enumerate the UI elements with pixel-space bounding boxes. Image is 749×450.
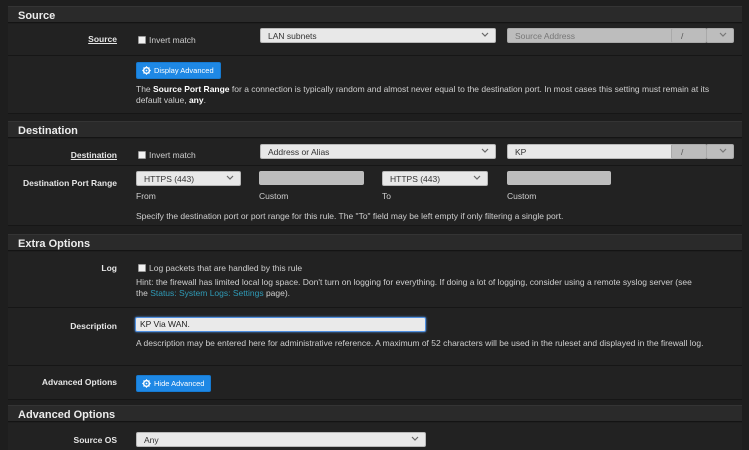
advanced-options-label: Advanced Options bbox=[41, 377, 117, 387]
section-title: Extra Options bbox=[18, 238, 91, 250]
destination-invert-checkbox[interactable] bbox=[138, 151, 146, 159]
section-header-destination: Destination bbox=[8, 121, 742, 138]
description-value: KP Via WAN. bbox=[140, 319, 190, 329]
gear-icon bbox=[142, 66, 151, 75]
destination-port-to-value: HTTPS (443) bbox=[390, 174, 441, 184]
destination-invert-label: Invert match bbox=[149, 150, 196, 160]
log-row: Log Log packets that are handled by this… bbox=[8, 252, 742, 308]
destination-type-select[interactable]: Address or Alias bbox=[260, 144, 496, 159]
destination-port-from-select[interactable]: HTTPS (443) bbox=[136, 171, 241, 186]
destination-custom-label-2: Custom bbox=[507, 191, 537, 201]
source-address-placeholder: Source Address bbox=[515, 31, 576, 41]
source-os-value: Any bbox=[144, 435, 159, 445]
description-help: A description may be entered here for ad… bbox=[136, 338, 704, 348]
chevron-down-icon bbox=[473, 175, 481, 180]
chevron-down-icon bbox=[719, 32, 727, 37]
chevron-down-icon bbox=[481, 32, 489, 37]
hide-advanced-label: Hide Advanced bbox=[154, 379, 205, 388]
log-hint: Hint: the firewall has limited local log… bbox=[136, 277, 692, 298]
source-type-select[interactable]: LAN subnets bbox=[260, 28, 496, 43]
source-label: Source bbox=[88, 34, 117, 44]
description-row: Description KP Via WAN. A description ma… bbox=[8, 308, 742, 366]
hide-advanced-button[interactable]: Hide Advanced bbox=[136, 375, 212, 392]
source-os-label: Source OS bbox=[73, 435, 117, 445]
destination-port-to-select[interactable]: HTTPS (443) bbox=[382, 171, 488, 186]
destination-type-value: Address or Alias bbox=[268, 147, 330, 157]
destination-port-help: Specify the destination port or port ran… bbox=[136, 211, 564, 221]
destination-port-row: Destination Port Range HTTPS (443) From … bbox=[8, 166, 742, 226]
source-address-input[interactable]: Source Address bbox=[507, 28, 680, 43]
source-port-help: The Source Port Range for a connection i… bbox=[136, 84, 710, 105]
source-invert-label: Invert match bbox=[149, 35, 196, 45]
section-title: Source bbox=[18, 10, 56, 22]
section-header-source: Source bbox=[8, 6, 742, 23]
source-mask-select[interactable] bbox=[706, 28, 734, 43]
destination-port-to-custom-input[interactable] bbox=[507, 171, 611, 185]
log-checkbox-label: Log packets that are handled by this rul… bbox=[149, 263, 303, 273]
source-invert-checkbox[interactable] bbox=[138, 36, 146, 44]
destination-address-value: KP bbox=[515, 147, 527, 157]
chevron-down-icon bbox=[481, 148, 489, 153]
destination-port-from-value: HTTPS (443) bbox=[144, 174, 195, 184]
destination-from-label: From bbox=[136, 191, 156, 201]
destination-port-from-custom-input[interactable] bbox=[259, 171, 364, 185]
destination-to-label: To bbox=[382, 191, 391, 201]
chevron-down-icon bbox=[411, 436, 419, 441]
source-os-row: Source OS Any bbox=[8, 423, 742, 450]
section-title: Destination bbox=[18, 125, 78, 137]
section-header-extra-options: Extra Options bbox=[8, 234, 742, 251]
chevron-down-icon bbox=[719, 148, 727, 153]
section-title: Advanced Options bbox=[18, 409, 116, 421]
destination-custom-label-1: Custom bbox=[259, 191, 289, 201]
log-label: Log bbox=[101, 263, 117, 273]
section-header-advanced-options: Advanced Options bbox=[8, 405, 742, 422]
log-checkbox[interactable] bbox=[138, 264, 146, 272]
advanced-options-row: Advanced Options Hide Advanced bbox=[8, 366, 742, 400]
source-type-value: LAN subnets bbox=[268, 31, 317, 41]
display-advanced-button[interactable]: Display Advanced bbox=[136, 62, 221, 79]
source-mask-separator: / bbox=[671, 28, 707, 43]
destination-label: Destination bbox=[70, 150, 117, 160]
destination-mask-separator: / bbox=[671, 144, 707, 159]
chevron-down-icon bbox=[226, 175, 234, 180]
destination-mask-select[interactable] bbox=[706, 144, 734, 159]
display-advanced-label: Display Advanced bbox=[154, 66, 214, 75]
description-input[interactable]: KP Via WAN. bbox=[135, 317, 426, 332]
destination-address-input[interactable]: KP bbox=[507, 144, 680, 159]
destination-row: Destination Invert match Address or Alia… bbox=[8, 139, 742, 166]
description-label: Description bbox=[70, 321, 117, 331]
destination-port-range-label: Destination Port Range bbox=[23, 178, 117, 188]
source-advanced-row: Display Advanced The Source Port Range f… bbox=[8, 56, 742, 114]
gear-icon bbox=[142, 379, 151, 388]
source-row: Source Invert match LAN subnets Source A… bbox=[8, 24, 742, 56]
source-os-select[interactable]: Any bbox=[136, 432, 426, 447]
system-logs-settings-link[interactable]: Status: System Logs: Settings bbox=[150, 288, 263, 298]
